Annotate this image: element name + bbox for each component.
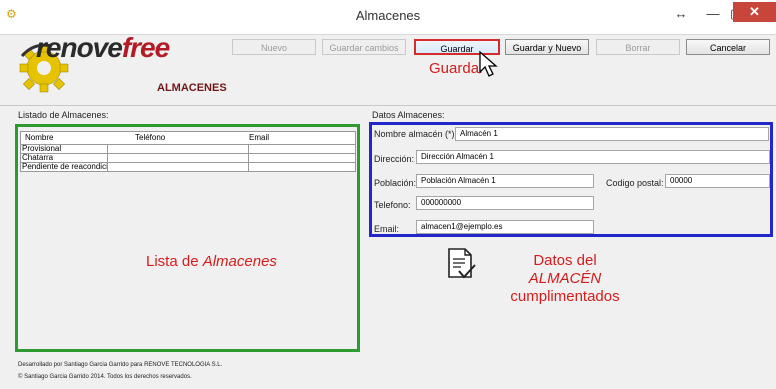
- listado-label: Listado de Almacenes:: [18, 110, 109, 120]
- table-header: Nombre Teléfono Email: [20, 131, 356, 145]
- datos-annotation: Datos del ALMACÉN cumplimentados: [510, 252, 620, 305]
- footer-copyright: © Santiago Garcia Garrido 2014. Todos lo…: [18, 374, 192, 380]
- table-cell: [108, 145, 249, 153]
- cursor-icon: [479, 50, 498, 77]
- poblacion-field[interactable]: Población Almacén 1: [416, 174, 594, 188]
- guardar-cambios-button[interactable]: Guardar cambios: [322, 39, 406, 55]
- direccion-field[interactable]: Dirección Almacén 1: [416, 150, 770, 164]
- email-field[interactable]: almacen1@ejemplo.es: [416, 220, 594, 234]
- telefono-field[interactable]: 000000000: [416, 196, 594, 210]
- table-cell: [108, 154, 249, 162]
- guardar-y-nuevo-button[interactable]: Guardar y Nuevo: [505, 39, 589, 55]
- table-cell: [249, 163, 355, 171]
- resize-icon[interactable]: ↔: [668, 4, 694, 24]
- direccion-label: Dirección:: [374, 154, 415, 164]
- table-row[interactable]: Pendiente de reacondiciona...: [20, 163, 356, 172]
- codigo-postal-field[interactable]: 00000: [665, 174, 770, 188]
- details-form: Nombre almacén (*): Almacén 1 Dirección:…: [369, 122, 773, 237]
- datos-label: Datos Almacenes:: [372, 110, 445, 120]
- divider: [0, 105, 776, 106]
- page-title: ALMACENES: [157, 82, 227, 94]
- nombre-label: Nombre almacén (*):: [374, 129, 458, 139]
- column-header-email[interactable]: Email: [245, 132, 357, 144]
- table-cell: Provisional: [21, 145, 108, 153]
- table-cell: [249, 145, 355, 153]
- table-cell: Chatarra: [21, 154, 108, 162]
- document-check-icon: [448, 248, 476, 279]
- table-row[interactable]: Provisional: [20, 145, 356, 154]
- close-button[interactable]: ✕: [733, 2, 776, 22]
- table-cell: [108, 163, 249, 171]
- telefono-label: Telefono:: [374, 200, 411, 210]
- footer-credit: Desarrollado por Santiago Garcia Garrido…: [18, 362, 223, 368]
- logo-text: renovefree: [36, 32, 170, 63]
- nombre-field[interactable]: Almacén 1: [455, 127, 769, 141]
- column-header-nombre[interactable]: Nombre: [21, 132, 133, 144]
- codigo-postal-label: Codigo postal:: [606, 178, 664, 188]
- table-row[interactable]: Chatarra: [20, 154, 356, 163]
- almacenes-table[interactable]: Nombre Teléfono Email Provisional Chatar…: [15, 124, 360, 352]
- table-cell: Pendiente de reacondiciona...: [22, 163, 108, 171]
- email-label: Email:: [374, 224, 400, 234]
- column-header-telefono[interactable]: Teléfono: [131, 132, 243, 144]
- cancelar-button[interactable]: Cancelar: [686, 39, 770, 55]
- poblacion-label: Población:: [374, 178, 417, 188]
- window-title: Almacenes: [355, 8, 421, 23]
- borrar-button[interactable]: Borrar: [596, 39, 680, 55]
- lista-annotation: Lista de Almacenes: [146, 253, 277, 270]
- table-cell: [249, 154, 355, 162]
- guardar-annotation: Guardar: [429, 60, 485, 77]
- nuevo-button[interactable]: Nuevo: [232, 39, 316, 55]
